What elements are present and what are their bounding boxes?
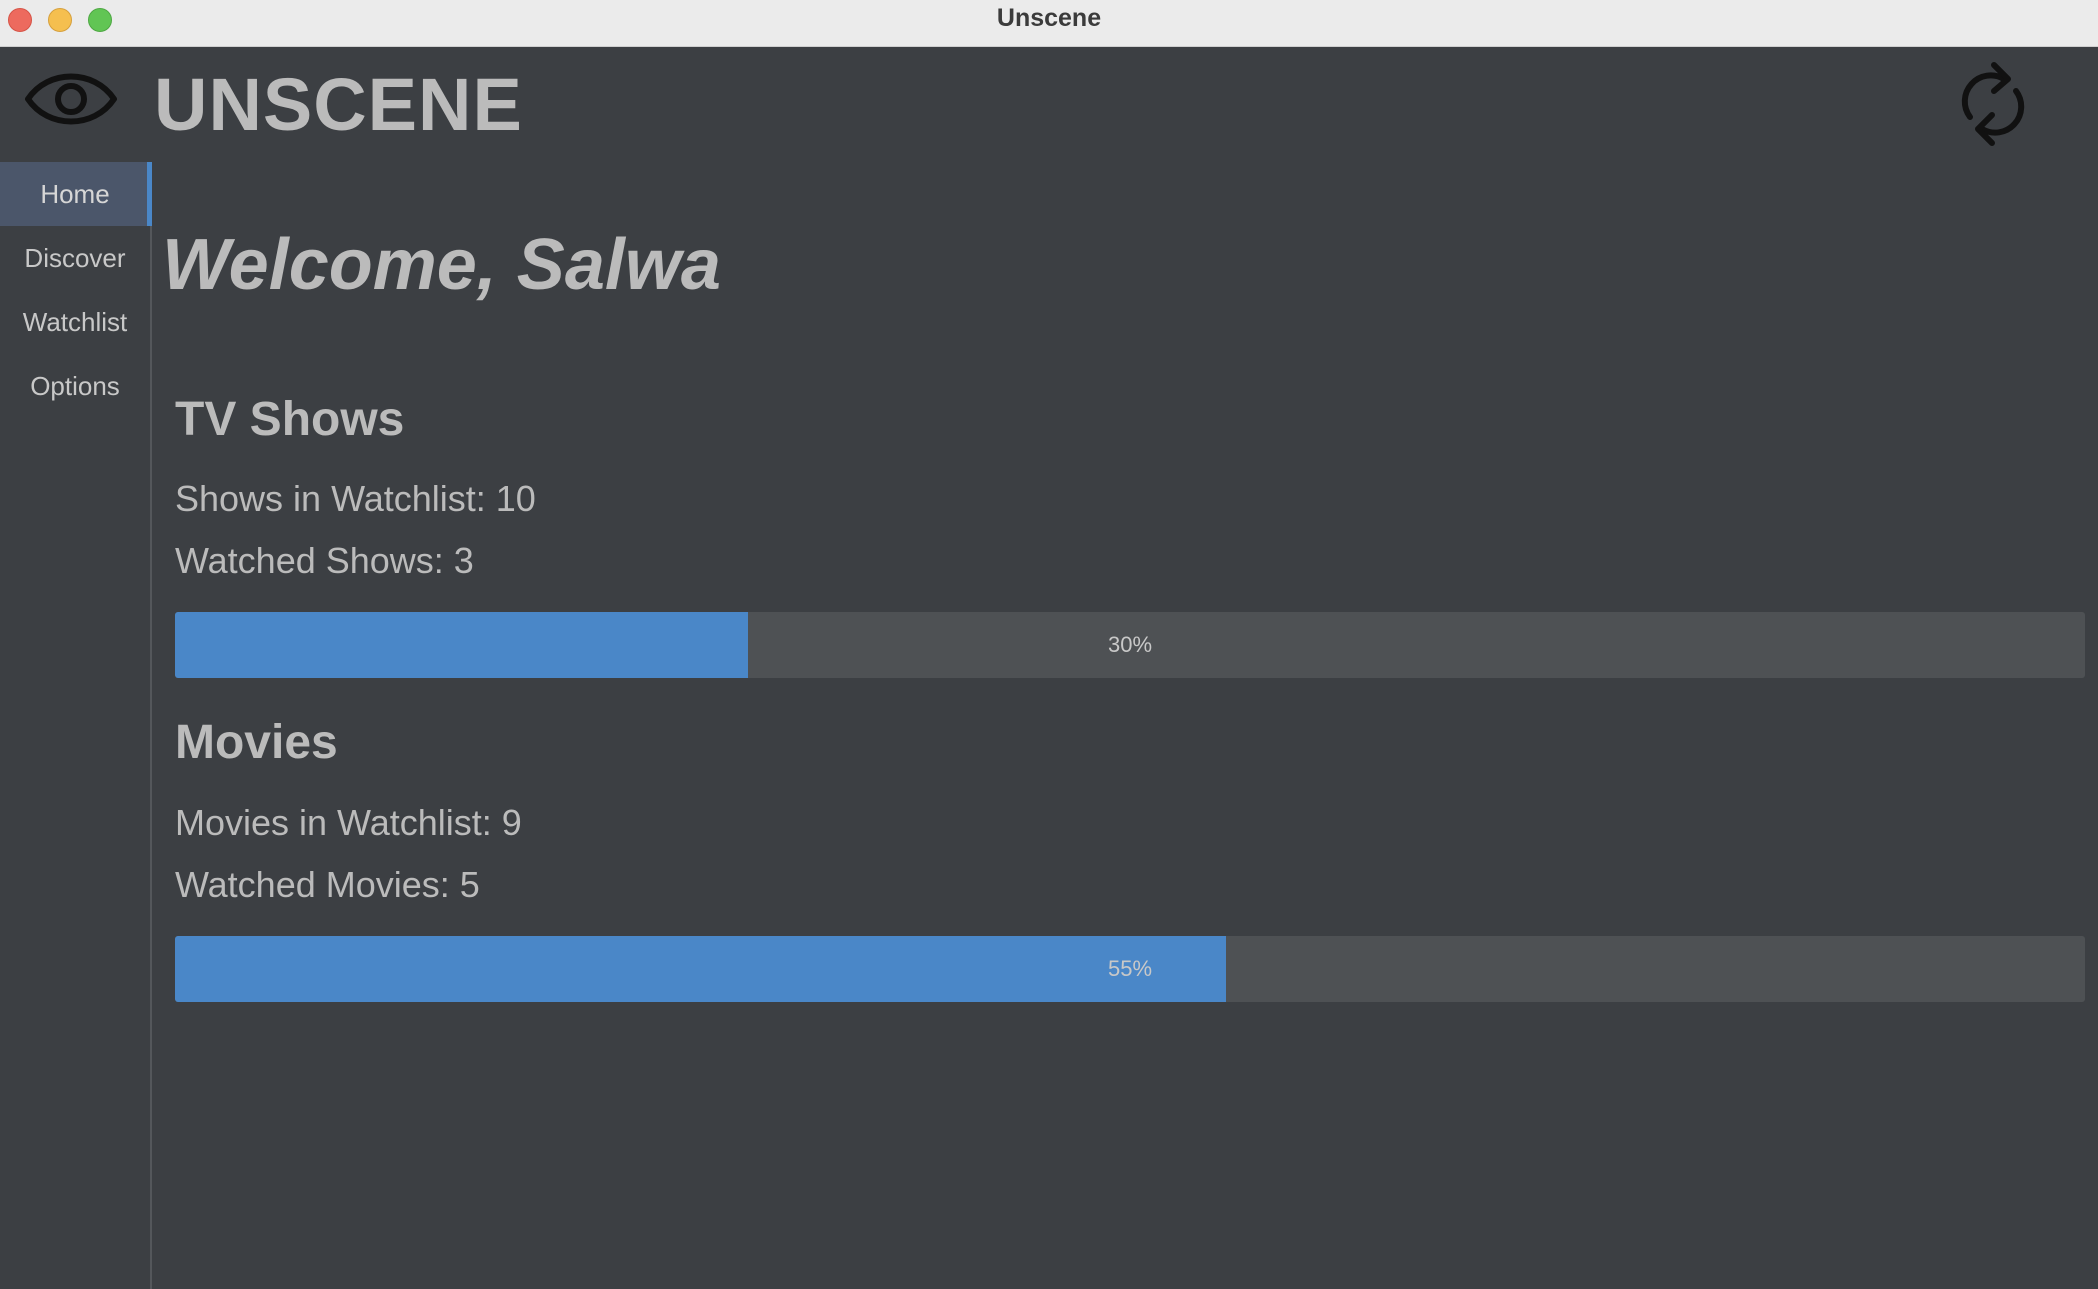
eye-icon — [25, 73, 117, 125]
app-header: UNSCENE — [0, 47, 2098, 162]
tv-shows-progress-bar: 30% — [175, 612, 2085, 678]
sidebar: Home Discover Watchlist Options — [0, 162, 152, 1289]
sidebar-item-discover[interactable]: Discover — [0, 226, 150, 290]
title-bar: Unscene — [0, 0, 2098, 47]
tv-shows-progress-label: 30% — [1107, 632, 1153, 657]
watched-movies-text: Watched Movies: 5 — [175, 864, 480, 905]
window-title: Unscene — [996, 4, 1102, 32]
refresh-icon[interactable] — [1956, 59, 2030, 149]
tv-shows-heading: TV Shows — [175, 393, 405, 446]
movies-progress-bar: 55% — [175, 936, 2085, 1002]
sidebar-item-options[interactable]: Options — [0, 354, 150, 418]
welcome-heading: Welcome, Salwa — [162, 225, 721, 305]
app-name: UNSCENE — [154, 63, 523, 146]
movies-in-watchlist-text: Movies in Watchlist: 9 — [175, 802, 522, 843]
sidebar-item-home[interactable]: Home — [0, 162, 152, 226]
main-content: Welcome, Salwa TV Shows Shows in Watchli… — [152, 162, 2098, 1289]
movies-heading: Movies — [175, 716, 338, 769]
movies-progress-label: 55% — [1107, 956, 1153, 981]
watched-shows-text: Watched Shows: 3 — [175, 540, 474, 581]
sidebar-item-watchlist[interactable]: Watchlist — [0, 290, 150, 354]
shows-in-watchlist-text: Shows in Watchlist: 10 — [175, 478, 536, 519]
